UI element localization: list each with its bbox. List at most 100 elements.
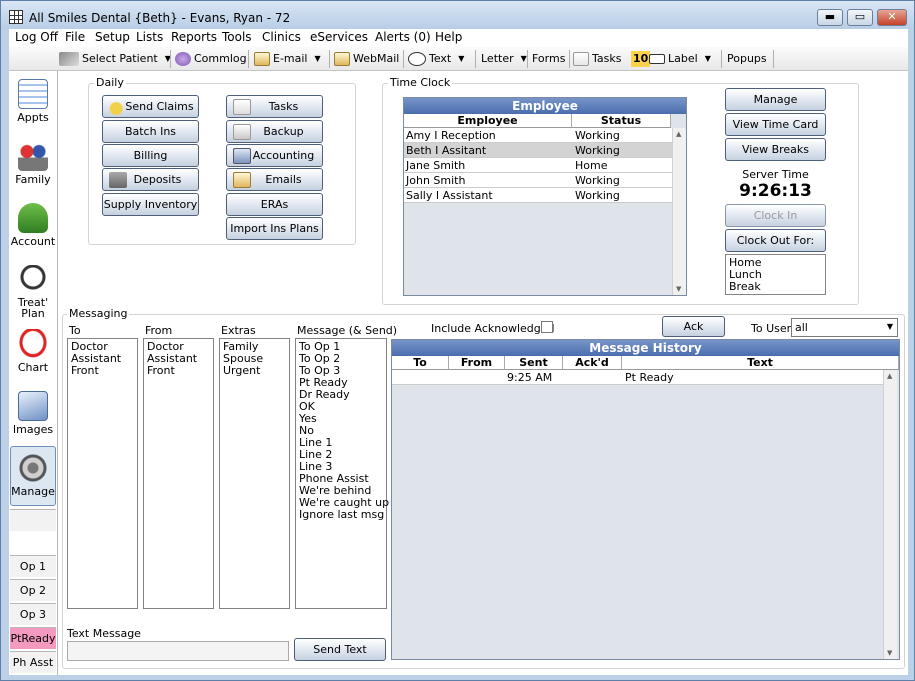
chevron-down-icon[interactable]: ▼ [458,50,464,68]
daily-label: Daily [94,76,126,89]
backup-button[interactable]: Backup [226,120,323,143]
module-family[interactable]: Family [10,135,56,195]
op-item-op2[interactable]: Op 2 [10,579,56,601]
menu-eservices[interactable]: eServices [310,30,368,44]
table-row[interactable]: Amy I Reception Working [404,128,672,143]
minimize-button[interactable]: ▬ [817,9,843,26]
chevron-down-icon[interactable]: ▼ [887,322,893,331]
table-row[interactable]: John Smith Working [404,173,672,188]
manage-button[interactable]: Manage [725,88,826,111]
text-button[interactable]: Text ▼ [408,50,464,68]
to-list[interactable]: Doctor Assistant Front [67,338,138,609]
email-button[interactable]: E-mail ▼ [254,50,321,68]
module-appts[interactable]: Appts [10,73,56,133]
letter-button[interactable]: Letter ▼ [481,50,527,68]
menu-clinics[interactable]: Clinics [262,30,301,44]
menu-reports[interactable]: Reports [171,30,217,44]
list-item[interactable]: Break [729,281,822,293]
scroll-up-icon[interactable]: ▲ [676,130,681,138]
op-item-op1[interactable]: Op 1 [10,555,56,577]
menu-lists[interactable]: Lists [136,30,163,44]
clock-out-for-button[interactable]: Clock Out For: [725,229,826,252]
eras-button[interactable]: ERAs [226,193,323,216]
menu-alerts[interactable]: Alerts (0) [375,30,431,44]
menu-help[interactable]: Help [435,30,462,44]
scroll-up-icon[interactable]: ▲ [887,372,892,380]
close-button[interactable]: ✕ [877,9,907,26]
main-toolbar: Select Patient ▼ Commlog E-mail ▼ WebMai… [9,47,908,71]
module-account[interactable]: Account [10,197,56,257]
chevron-down-icon[interactable]: ▼ [315,50,321,68]
view-breaks-button[interactable]: View Breaks [725,138,826,161]
text-message-input[interactable] [67,641,289,661]
accounting-button[interactable]: Accounting [226,144,323,167]
table-row[interactable]: 9:25 AM Pt Ready [392,370,883,385]
list-item[interactable]: Front [147,365,210,377]
op-item-ptready[interactable]: PtReady [10,627,56,649]
import-ins-plans-button[interactable]: Import Ins Plans [226,217,323,240]
messaging-label: Messaging [67,307,130,320]
tooth-icon [18,329,48,359]
col-text[interactable]: Text [622,356,899,370]
table-row[interactable]: Sally I Assistant Working [404,188,672,203]
toolbar-separator [721,50,722,68]
message-send-list[interactable]: To Op 1 To Op 2 To Op 3 Pt Ready Dr Read… [295,338,389,609]
label-button[interactable]: Label ▼ [649,50,711,68]
batch-ins-button[interactable]: Batch Ins [102,120,199,143]
clock-out-reason-list[interactable]: Home Lunch Break [725,254,826,295]
maximize-button[interactable]: ▭ [847,9,873,26]
from-list[interactable]: Doctor Assistant Front [143,338,214,609]
deposits-button[interactable]: Deposits [102,168,199,191]
table-row[interactable]: Jane Smith Home [404,158,672,173]
module-chart[interactable]: Chart [10,323,56,383]
tasks-button[interactable]: Tasks [573,50,621,68]
chevron-down-icon[interactable]: ▼ [705,50,711,68]
employee-grid-scrollbar[interactable]: ▲ ▼ [672,128,686,295]
module-treat-plan[interactable]: Treat' Plan [10,259,56,321]
module-appts-label: Appts [17,111,49,124]
commlog-button[interactable]: Commlog [175,50,247,68]
menu-file[interactable]: File [65,30,85,44]
view-time-card-button[interactable]: View Time Card [725,113,826,136]
menu-tools[interactable]: Tools [222,30,252,44]
table-row[interactable]: Beth I Assitant Working [404,143,672,158]
tasks-daily-button[interactable]: Tasks [226,95,323,118]
popups-button[interactable]: Popups [727,50,767,68]
op-item-op3[interactable]: Op 3 [10,603,56,625]
select-patient-button[interactable]: Select Patient ▼ [59,50,171,68]
supply-inventory-button[interactable]: Supply Inventory [102,193,199,216]
module-manage[interactable]: Manage [10,446,56,506]
menu-setup[interactable]: Setup [95,30,130,44]
op-item-ph-asst[interactable]: Ph Asst [10,651,56,673]
tooth-probe-icon [18,265,48,295]
chevron-down-icon[interactable]: ▼ [521,50,527,68]
col-sent[interactable]: Sent [505,356,563,370]
forms-button[interactable]: Forms [532,50,565,68]
send-claims-button[interactable]: Send Claims [102,95,199,118]
col-employee[interactable]: Employee [404,114,572,128]
list-item[interactable]: Ignore last msg [299,509,384,521]
col-from[interactable]: From [449,356,505,370]
col-to[interactable]: To [392,356,449,370]
billing-button[interactable]: Billing [102,144,199,167]
list-item[interactable]: Front [71,365,134,377]
include-acknowledged-checkbox[interactable] [541,321,553,333]
clock-in-button[interactable]: Clock In [725,204,826,227]
title-bar: All Smiles Dental {Beth} - Evans, Ryan -… [1,1,914,29]
scroll-down-icon[interactable]: ▼ [887,649,892,657]
module-images[interactable]: Images [10,385,56,445]
ack-button[interactable]: Ack [662,316,725,337]
webmail-button[interactable]: WebMail [334,50,399,68]
scroll-down-icon[interactable]: ▼ [676,285,681,293]
list-item[interactable]: Urgent [223,365,286,377]
menu-log-off[interactable]: Log Off [15,30,58,44]
extras-list[interactable]: Family Spouse Urgent [219,338,290,609]
col-ackd[interactable]: Ack'd [563,356,622,370]
message-history-scrollbar[interactable]: ▲ ▼ [883,370,897,659]
popups-label: Popups [727,52,767,65]
emails-button[interactable]: Emails [226,168,323,191]
send-text-button[interactable]: Send Text [294,638,386,661]
client-area: Log Off File Setup Lists Reports Tools C… [9,29,908,675]
col-status[interactable]: Status [572,114,671,128]
to-user-select[interactable]: all ▼ [791,318,898,337]
